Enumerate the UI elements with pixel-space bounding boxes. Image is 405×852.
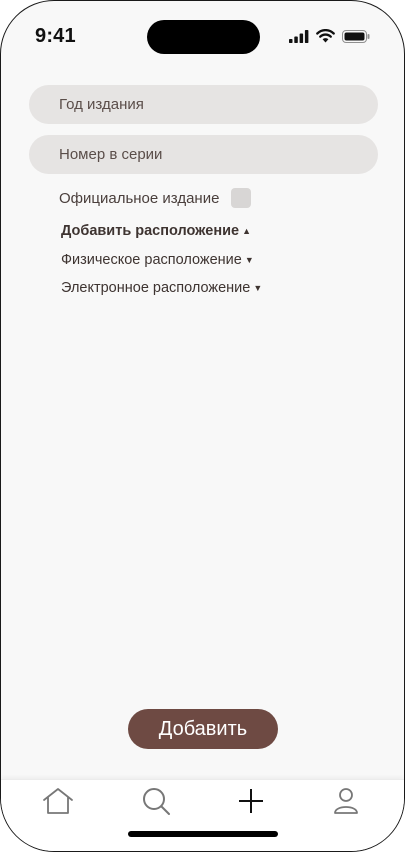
series-number-input[interactable] (29, 135, 378, 174)
cellular-signal-icon (289, 29, 309, 43)
tab-add[interactable] (234, 786, 268, 816)
add-location-toggle[interactable]: Добавить расположение ▲ (61, 223, 251, 239)
physical-location-toggle[interactable]: Физическое расположение ▼ (61, 252, 254, 268)
plus-icon (239, 789, 263, 813)
electronic-location-label: Электронное расположение (61, 280, 251, 296)
year-of-edition-input[interactable] (29, 85, 378, 124)
tab-search[interactable] (139, 786, 173, 816)
triangle-down-icon: ▼ (253, 283, 263, 293)
tab-home[interactable] (41, 786, 75, 816)
search-icon (143, 788, 170, 815)
home-indicator (128, 831, 278, 837)
wifi-icon (316, 29, 335, 43)
electronic-location-toggle[interactable]: Электронное расположение ▼ (61, 280, 262, 296)
add-location-label: Добавить расположение (61, 223, 240, 239)
person-icon (334, 788, 358, 814)
triangle-down-icon: ▼ (244, 255, 254, 265)
dynamic-island (147, 20, 260, 54)
official-edition-label: Официальное издание (59, 189, 220, 207)
add-button[interactable]: Добавить (128, 709, 278, 749)
official-edition-checkbox[interactable] (231, 188, 252, 208)
tab-bar (1, 779, 404, 851)
phone-screen: 9:41 Официальное издание Добавить распол… (0, 0, 405, 852)
home-icon (43, 788, 73, 814)
status-time: 9:41 (35, 25, 76, 47)
official-edition-row: Официальное издание (59, 188, 252, 208)
tab-profile[interactable] (329, 786, 363, 816)
triangle-up-icon: ▲ (242, 226, 251, 236)
status-icons (289, 29, 370, 43)
battery-icon (342, 29, 370, 43)
physical-location-label: Физическое расположение (61, 252, 242, 268)
